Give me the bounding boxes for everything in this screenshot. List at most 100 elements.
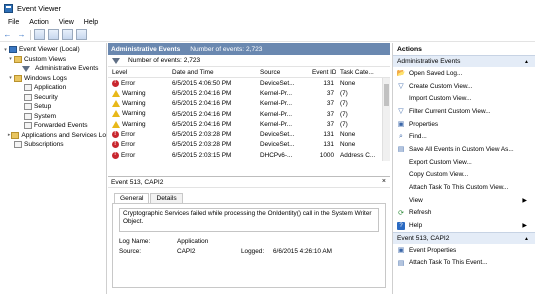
action-item[interactable]: 📂 Open Saved Log... <box>393 67 535 80</box>
cell-level: Warning <box>108 100 168 107</box>
event-detail-title: Event 513, CAPI2 <box>111 178 164 186</box>
properties-icon: ▣ <box>397 121 405 129</box>
tree-setup[interactable]: Setup <box>0 102 106 112</box>
table-row[interactable]: Warning 6/5/2015 2:04:16 PM Kernel-Pr... 37… <box>108 109 390 119</box>
cell-level: Error <box>108 131 168 138</box>
tree-forwarded-events[interactable]: Forwarded Events <box>0 121 106 131</box>
close-icon[interactable]: × <box>382 178 386 185</box>
action-item[interactable]: Export Custom View... <box>393 156 535 169</box>
cell-date: 6/5/2015 2:04:16 PM <box>172 100 232 108</box>
action-label: Help <box>409 222 423 230</box>
import-view-icon <box>397 95 405 103</box>
create-view-icon: ▽ <box>398 83 404 91</box>
collapse-icon[interactable]: ▾ <box>2 47 9 53</box>
folder-icon <box>11 131 20 139</box>
table-row[interactable]: Error 6/5/2015 2:03:28 PM DeviceSet... 131 N… <box>108 129 390 139</box>
action-item[interactable]: ▽ Filter Current Custom View... <box>393 105 535 118</box>
menu-file[interactable]: File <box>3 19 24 26</box>
help-icon: ? <box>397 221 405 230</box>
column-date[interactable]: Date and Time <box>168 69 256 76</box>
help-book-icon[interactable] <box>62 29 73 40</box>
table-row[interactable]: Error 6/5/2015 2:03:28 PM DeviceSet... 131 N… <box>108 140 390 150</box>
events-pane-header: Administrative Events Number of events: … <box>108 43 390 55</box>
table-row[interactable]: Warning 6/5/2015 2:04:16 PM Kernel-Pr... 37… <box>108 99 390 109</box>
folder-up-icon[interactable] <box>34 29 45 40</box>
tab-general[interactable]: General <box>114 193 150 203</box>
warning-icon <box>112 100 120 108</box>
table-row[interactable]: Error 6/5/2015 4:06:50 PM DeviceSet... 131 N… <box>108 78 390 88</box>
tree-system[interactable]: System <box>0 112 106 122</box>
console-tree-icon[interactable] <box>48 29 59 40</box>
menu-bar: File Action View Help <box>0 16 535 28</box>
tree-security[interactable]: Security <box>0 93 106 103</box>
action-item[interactable]: ? Help ▶ <box>393 219 535 232</box>
console-tree: ▾ Event Viewer (Local) ▾ Custom Views Ad… <box>0 43 107 294</box>
actions-list: ▣ Event Properties ▤ Attach Task To This Ev… <box>393 244 535 269</box>
forward-icon[interactable]: → <box>16 29 27 40</box>
action-label: Copy Custom View... <box>409 171 469 179</box>
events-scrollbar[interactable] <box>382 78 390 161</box>
action-item[interactable]: ▣ Properties <box>393 118 535 131</box>
tree-application[interactable]: Application <box>0 83 106 93</box>
general-panel: Cryptographic Services failed while proc… <box>112 203 386 288</box>
warning-icon <box>112 120 120 128</box>
action-item[interactable]: ▽ Create Custom View... <box>393 80 535 93</box>
save-icon: ▤ <box>397 146 405 154</box>
table-row[interactable]: Warning 6/5/2015 2:04:16 PM Kernel-Pr... 37… <box>108 119 390 129</box>
cell-source: DeviceSet... <box>260 131 295 139</box>
tree-administrative-events[interactable]: Administrative Events <box>0 64 106 74</box>
actions-pane: Actions Administrative Events ▲ 📂 Open Sa… <box>392 43 535 294</box>
column-source[interactable]: Source <box>256 69 308 76</box>
tab-details[interactable]: Details <box>150 193 183 203</box>
collapse-icon[interactable]: ▾ <box>7 56 14 62</box>
error-icon <box>112 141 119 149</box>
back-icon[interactable]: ← <box>2 29 13 40</box>
tree-system-label: System <box>34 112 56 120</box>
menu-help[interactable]: Help <box>79 19 103 26</box>
tree-root[interactable]: ▾ Event Viewer (Local) <box>0 45 106 55</box>
tree-windows-logs[interactable]: ▾ Windows Logs <box>0 74 106 84</box>
actions-section-admin-events[interactable]: Administrative Events ▲ <box>393 55 535 67</box>
cell-level: Warning <box>108 89 168 97</box>
action-item[interactable]: ⌕ Find... <box>393 130 535 143</box>
cell-level: Warning <box>108 120 168 128</box>
action-label: Import Custom View... <box>409 95 472 103</box>
collapse-icon[interactable]: ▾ <box>7 75 14 81</box>
cell-event-id: 37 <box>326 89 334 97</box>
tree-subscriptions[interactable]: Subscriptions <box>0 140 106 150</box>
log-icon <box>24 122 32 130</box>
collapse-up-icon[interactable]: ▲ <box>524 59 529 65</box>
action-item[interactable]: ▤ Attach Task To This Event... <box>393 257 535 270</box>
actions-section-event[interactable]: Event 513, CAPI2 ▲ <box>393 231 535 244</box>
tree-custom-views[interactable]: ▾ Custom Views <box>0 55 106 65</box>
column-task-category[interactable]: Task Cate... <box>336 69 380 76</box>
action-item[interactable]: View ▶ <box>393 194 535 207</box>
log-name-value: Application <box>177 238 209 246</box>
action-item[interactable]: Attach Task To This Custom View... <box>393 181 535 194</box>
action-label: Event Properties <box>409 246 457 254</box>
window-title: Event Viewer <box>17 3 62 13</box>
column-event-id[interactable]: Event ID <box>308 69 336 76</box>
action-item[interactable]: Copy Custom View... <box>393 169 535 182</box>
table-row[interactable]: Error 6/5/2015 2:03:15 PM DHCPv6-... 1000 Ad… <box>108 150 390 160</box>
open-log-icon: 📂 <box>396 70 406 78</box>
action-item[interactable]: Import Custom View... <box>393 92 535 105</box>
tree-applications-services[interactable]: ▸ Applications and Services Lo <box>0 131 106 141</box>
cell-task-category: (7) <box>340 110 348 118</box>
column-level[interactable]: Level <box>108 69 168 76</box>
action-item[interactable]: ▤ Save All Events in Custom View As... <box>393 143 535 156</box>
action-item[interactable]: ▣ Event Properties <box>393 244 535 257</box>
table-row[interactable]: Warning 6/5/2015 2:04:16 PM Kernel-Pr... 37… <box>108 88 390 98</box>
event-message[interactable]: Cryptographic Services failed while proc… <box>119 208 379 232</box>
menu-view[interactable]: View <box>54 19 79 26</box>
filter-icon: ▽ <box>398 108 404 116</box>
collapse-up-icon[interactable]: ▲ <box>524 236 529 242</box>
title-bar: Event Viewer <box>0 0 535 16</box>
events-pane-title: Administrative Events <box>111 45 181 53</box>
action-item[interactable]: ⟳ Refresh <box>393 207 535 220</box>
show-pane-icon[interactable] <box>76 29 87 40</box>
action-label: Attach Task To This Custom View... <box>409 184 509 192</box>
cell-date: 6/5/2015 2:04:16 PM <box>172 89 232 97</box>
menu-action[interactable]: Action <box>24 19 53 26</box>
scroll-thumb[interactable] <box>384 84 389 106</box>
